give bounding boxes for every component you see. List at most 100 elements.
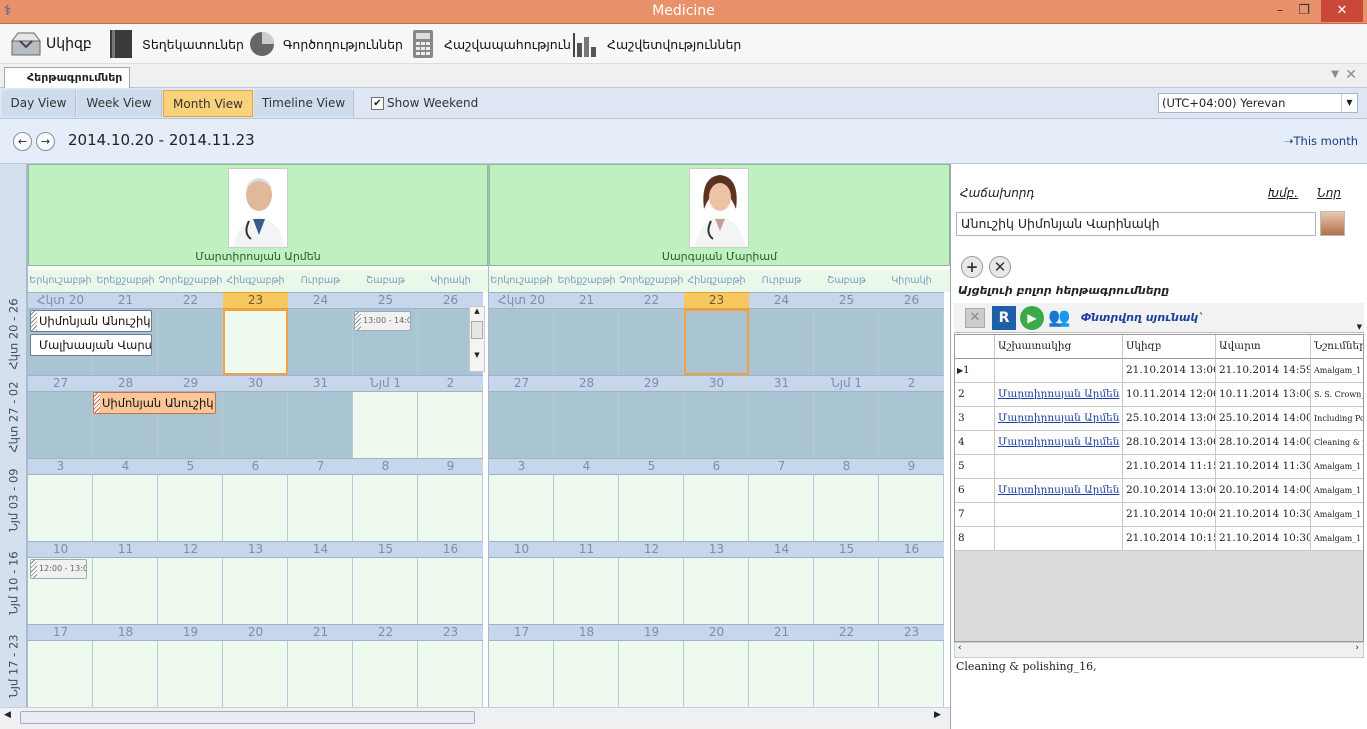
day-cell[interactable] bbox=[93, 641, 158, 707]
table-row[interactable]: 2 Մարտիրոսյան Արմեն 10.11.2014 12:00 10.11.… bbox=[955, 383, 1363, 407]
play-icon[interactable]: ▶ bbox=[1020, 306, 1044, 330]
day-cell[interactable] bbox=[684, 309, 749, 375]
day-header[interactable]: 25 bbox=[353, 292, 418, 309]
day-header[interactable]: 20 bbox=[223, 624, 288, 641]
day-cell[interactable] bbox=[158, 475, 223, 541]
scroll-left-icon[interactable]: ◀ bbox=[4, 710, 11, 720]
day-cell[interactable] bbox=[749, 558, 814, 624]
day-header[interactable]: 8 bbox=[814, 458, 879, 475]
new-link[interactable]: Նոր bbox=[1317, 186, 1341, 200]
patient-field[interactable]: Անուշիկ Սիմոնյան Վարինակի bbox=[956, 212, 1316, 236]
day-cell[interactable] bbox=[749, 475, 814, 541]
day-header[interactable]: 18 bbox=[93, 624, 158, 641]
day-header[interactable]: 21 bbox=[554, 292, 619, 309]
day-header[interactable]: 7 bbox=[288, 458, 353, 475]
day-cell[interactable] bbox=[814, 641, 879, 707]
table-cell[interactable] bbox=[995, 359, 1123, 383]
day-cell[interactable] bbox=[489, 641, 554, 707]
this-month-link[interactable]: ➝This month bbox=[1284, 134, 1358, 148]
day-header[interactable]: 5 bbox=[158, 458, 223, 475]
day-cell[interactable] bbox=[554, 475, 619, 541]
day-header[interactable]: 3 bbox=[28, 458, 93, 475]
day-header[interactable]: 13 bbox=[223, 541, 288, 558]
day-cell[interactable] bbox=[223, 475, 288, 541]
day-header[interactable]: 6 bbox=[223, 458, 288, 475]
table-cell[interactable]: Մարտիրոսյան Արմեն bbox=[995, 407, 1123, 431]
day-header[interactable]: 2 bbox=[418, 375, 483, 392]
day-cell[interactable] bbox=[879, 309, 944, 375]
users-icon[interactable]: 👥 bbox=[1048, 306, 1074, 330]
day-cell[interactable] bbox=[749, 641, 814, 707]
scroll-right-icon[interactable]: ▶ bbox=[934, 710, 941, 720]
day-header[interactable]: 4 bbox=[93, 458, 158, 475]
day-header[interactable]: 31 bbox=[288, 375, 353, 392]
day-cell[interactable] bbox=[554, 392, 619, 458]
day-cell[interactable] bbox=[814, 309, 879, 375]
day-cell[interactable] bbox=[489, 392, 554, 458]
day-cell[interactable] bbox=[28, 475, 93, 541]
day-header[interactable]: 12 bbox=[619, 541, 684, 558]
appointment[interactable]: 12:00 - 13:00 bbox=[30, 559, 87, 579]
day-header[interactable]: 23 bbox=[418, 624, 483, 641]
cell-scrollbar[interactable]: ▲ ▼ bbox=[469, 306, 485, 372]
day-cell[interactable] bbox=[814, 392, 879, 458]
day-header[interactable]: 11 bbox=[93, 541, 158, 558]
day-cell[interactable] bbox=[353, 558, 418, 624]
day-header[interactable]: 8 bbox=[353, 458, 418, 475]
day-header[interactable]: 18 bbox=[554, 624, 619, 641]
day-header[interactable]: 16 bbox=[418, 541, 483, 558]
previous-period-button[interactable]: ← bbox=[13, 132, 32, 151]
day-header[interactable]: 21 bbox=[288, 624, 353, 641]
day-header[interactable]: 31 bbox=[749, 375, 814, 392]
day-cell[interactable] bbox=[489, 309, 554, 375]
day-cell[interactable] bbox=[554, 558, 619, 624]
table-row[interactable]: 6 Մարտիրոսյան Արմեն 20.10.2014 13:00 20.10.… bbox=[955, 479, 1363, 503]
day-cell[interactable] bbox=[158, 309, 223, 375]
day-cell[interactable] bbox=[749, 392, 814, 458]
day-cell[interactable] bbox=[418, 558, 483, 624]
close-button[interactable]: ✕ bbox=[1321, 0, 1363, 22]
toolbar-start-button[interactable]: Սկիզբ bbox=[10, 26, 92, 62]
day-header[interactable]: Նյմ 1 bbox=[814, 375, 879, 392]
timezone-select[interactable]: (UTC+04:00) Yerevan ▼ bbox=[1158, 93, 1358, 113]
day-header[interactable]: 23 bbox=[879, 624, 944, 641]
day-header[interactable]: 29 bbox=[619, 375, 684, 392]
day-cell[interactable] bbox=[619, 641, 684, 707]
day-header[interactable]: 25 bbox=[814, 292, 879, 309]
day-cell[interactable] bbox=[223, 392, 288, 458]
table-row[interactable]: 8 21.10.2014 10:15 21.10.2014 10:30 Amalgam… bbox=[955, 527, 1363, 551]
day-header[interactable]: 22 bbox=[814, 624, 879, 641]
day-cell[interactable] bbox=[684, 475, 749, 541]
table-cell[interactable] bbox=[995, 503, 1123, 527]
column-header[interactable]: Ավարտ bbox=[1216, 335, 1311, 359]
day-cell[interactable] bbox=[749, 309, 814, 375]
day-header[interactable]: 26 bbox=[879, 292, 944, 309]
day-header[interactable]: 4 bbox=[554, 458, 619, 475]
minimize-button[interactable]: – bbox=[1267, 0, 1293, 22]
toolbar-directories-button[interactable]: Տեղեկատուներ bbox=[106, 26, 244, 62]
day-cell[interactable] bbox=[353, 475, 418, 541]
grid-hscrollbar[interactable]: ‹ › bbox=[954, 642, 1364, 658]
day-cell[interactable] bbox=[288, 392, 353, 458]
day-cell[interactable] bbox=[814, 475, 879, 541]
day-header[interactable]: 30 bbox=[684, 375, 749, 392]
day-cell[interactable] bbox=[288, 641, 353, 707]
day-cell[interactable] bbox=[418, 475, 483, 541]
patient-photo-button[interactable] bbox=[1320, 211, 1345, 236]
scroll-thumb[interactable] bbox=[20, 711, 475, 724]
day-cell[interactable] bbox=[223, 558, 288, 624]
table-cell[interactable] bbox=[995, 455, 1123, 479]
day-header[interactable]: 28 bbox=[554, 375, 619, 392]
day-header[interactable]: 27 bbox=[28, 375, 93, 392]
day-header[interactable]: 9 bbox=[418, 458, 483, 475]
day-header[interactable]: 19 bbox=[619, 624, 684, 641]
day-header[interactable]: 22 bbox=[158, 292, 223, 309]
day-cell[interactable] bbox=[879, 475, 944, 541]
day-cell[interactable] bbox=[418, 392, 483, 458]
day-header[interactable]: 13 bbox=[684, 541, 749, 558]
report-icon[interactable]: R bbox=[992, 306, 1016, 330]
tab-close-icon[interactable]: ✕ bbox=[1345, 67, 1357, 83]
day-cell[interactable] bbox=[418, 641, 483, 707]
toolbar-operations-button[interactable]: Գործողություններ bbox=[247, 26, 403, 62]
chevron-down-icon[interactable]: ▼ bbox=[1357, 323, 1362, 331]
